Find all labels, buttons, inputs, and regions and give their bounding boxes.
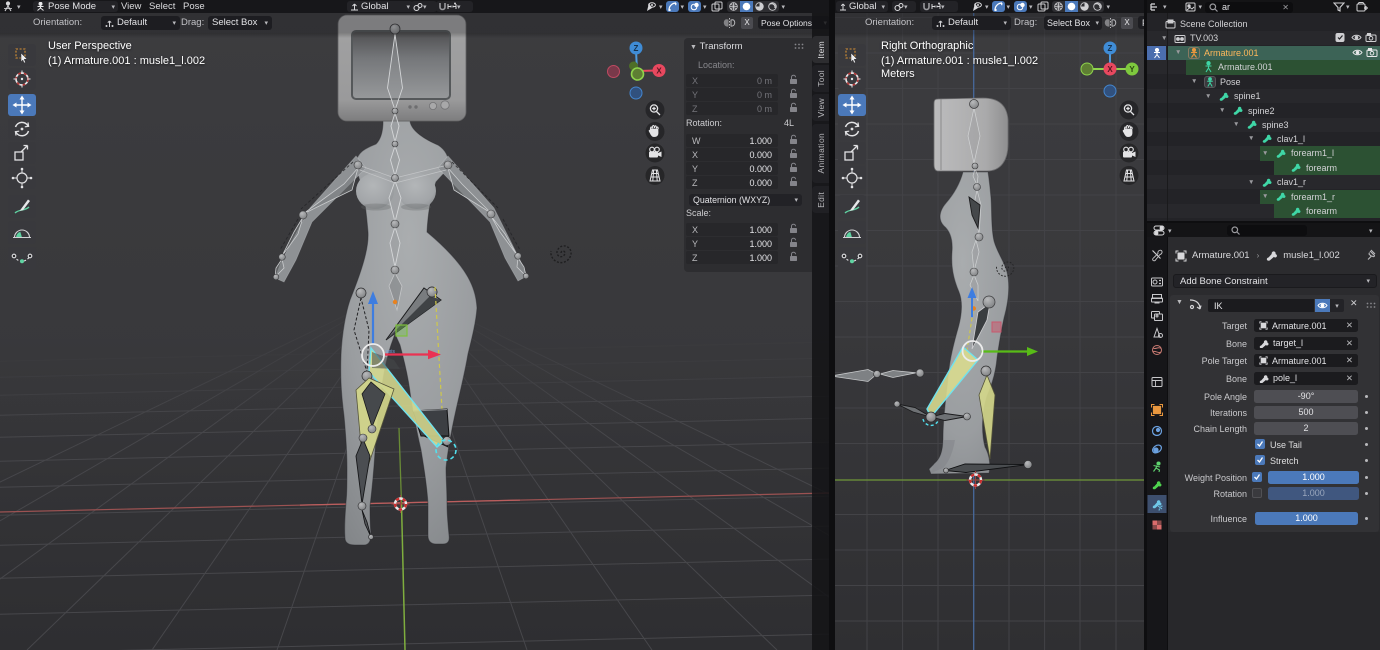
svg-text:X: X [656,67,662,76]
svg-text:axis: axis [386,349,395,355]
svg-text:Z: Z [634,44,639,53]
svg-text:Z: Z [1108,44,1113,53]
svg-text:Y: Y [1129,65,1135,74]
svg-text:X: X [1107,65,1113,74]
